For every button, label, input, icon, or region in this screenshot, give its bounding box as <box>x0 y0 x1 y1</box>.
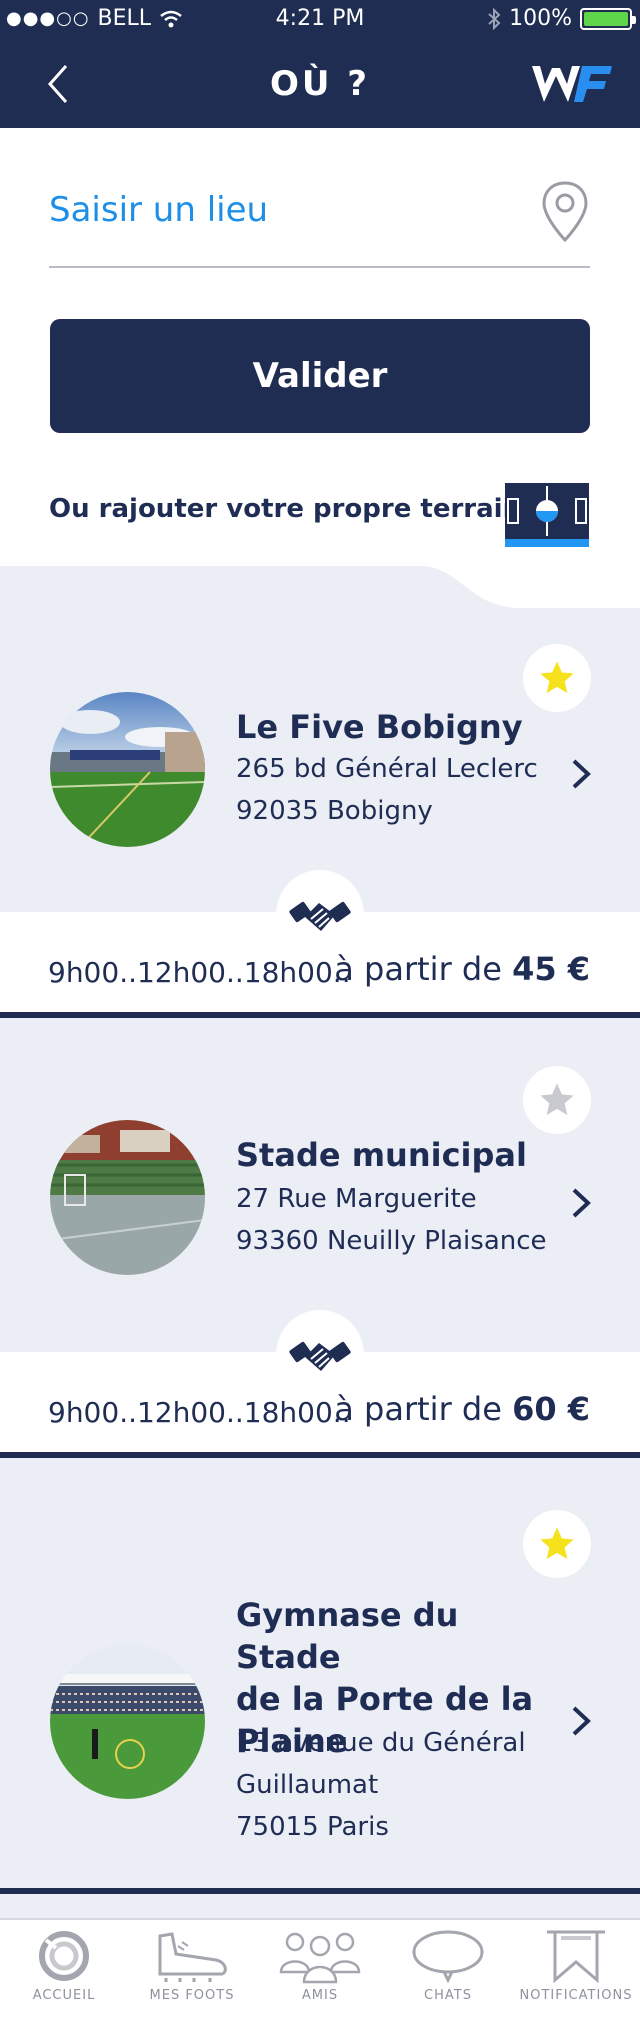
price-prefix: à partir de <box>334 1390 502 1428</box>
chevron-right-icon[interactable] <box>568 1704 594 1738</box>
venue-address-street: 27 Rue Marguerite <box>236 1184 477 1214</box>
tab-amis[interactable]: AMIS <box>256 1928 384 2018</box>
tab-accueil[interactable]: ACCUEIL <box>0 1928 128 2018</box>
venue-address-city: 92035 Bobigny <box>236 796 433 826</box>
chevron-right-icon[interactable] <box>568 1186 594 1220</box>
tab-label: ACCUEIL <box>32 1988 96 2003</box>
location-input[interactable] <box>49 188 529 232</box>
handshake-badge <box>276 870 364 958</box>
home-ring-icon <box>39 1931 89 1981</box>
tab-label: AMIS <box>301 1988 339 2003</box>
football-field-icon[interactable] <box>504 482 590 548</box>
add-field-link[interactable]: Ou rajouter votre propre terrain <box>49 494 521 524</box>
favorite-button[interactable] <box>523 1510 591 1578</box>
bluetooth-icon <box>488 7 501 30</box>
battery-percent: 100% <box>509 6 572 31</box>
venue-name-line: de la Porte de la <box>236 1680 534 1718</box>
star-icon <box>540 661 574 693</box>
status-bar: ●●●○○ BELL 4:21 PM 100% <box>0 0 640 40</box>
star-icon <box>540 1083 574 1115</box>
top-bar: ●●●○○ BELL 4:21 PM 100% OÙ ? <box>0 0 640 128</box>
venue-card[interactable]: Le Five Bobigny 265 bd Général Leclerc 9… <box>0 610 640 1018</box>
venue-name: Stade municipal <box>236 1136 527 1174</box>
battery-icon <box>580 7 636 30</box>
price-value: 60 € <box>512 1390 590 1428</box>
venue-address-city: 93360 Neuilly Plaisance <box>236 1226 547 1256</box>
chat-bubble-icon <box>412 1930 484 1984</box>
section-wave <box>0 560 640 610</box>
tab-chats[interactable]: CHATS <box>384 1928 512 2018</box>
bottom-tab-bar: ACCUEIL MES FOOTS AMIS CHATS NOTIFICATIO… <box>0 1918 640 2018</box>
input-underline <box>49 266 590 268</box>
opening-hours: 9h00..12h00..18h00.. <box>48 1396 351 1429</box>
card-divider <box>0 1888 640 1894</box>
notification-flag-icon <box>547 1930 605 1984</box>
tab-label: NOTIFICATIONS <box>519 1988 633 2003</box>
venue-photo <box>50 1644 205 1799</box>
price-prefix: à partir de <box>334 950 502 988</box>
wf-logo <box>532 66 612 102</box>
venue-photo <box>50 1120 205 1275</box>
venue-photo <box>50 692 205 847</box>
venue-address-city: 75015 Paris <box>236 1812 389 1842</box>
handshake-icon <box>289 1341 351 1371</box>
venue-card[interactable]: Stade municipal 27 Rue Marguerite 93360 … <box>0 1018 640 1458</box>
price-text: à partir de 45 € <box>334 950 590 988</box>
venue-address-street: 265 bd Général Leclerc <box>236 754 538 784</box>
football-boot-icon <box>158 1932 227 1982</box>
star-icon <box>540 1527 574 1559</box>
tab-mes-foots[interactable]: MES FOOTS <box>128 1928 256 2018</box>
favorite-button[interactable] <box>523 644 591 712</box>
chevron-right-icon[interactable] <box>568 757 594 791</box>
tab-notifications[interactable]: NOTIFICATIONS <box>512 1928 640 2018</box>
price-text: à partir de 60 € <box>334 1390 590 1428</box>
price-value: 45 € <box>512 950 590 988</box>
tab-label: MES FOOTS <box>149 1988 235 2003</box>
tab-label: CHATS <box>424 1988 472 2003</box>
validate-button[interactable]: Valider <box>50 319 590 433</box>
handshake-icon <box>289 901 351 931</box>
venue-name: Le Five Bobigny <box>236 708 523 746</box>
venue-address-street: 13 avenue du Général <box>236 1728 526 1758</box>
venue-name-line: Gymnase du Stade <box>236 1596 459 1676</box>
favorite-button[interactable] <box>523 1066 591 1134</box>
venue-card[interactable]: Gymnase du Stade de la Porte de la Plain… <box>0 1458 640 1918</box>
opening-hours: 9h00..12h00..18h00.. <box>48 956 351 989</box>
venue-address-street2: Guillaumat <box>236 1770 379 1800</box>
team-icon <box>279 1932 361 1984</box>
handshake-badge <box>276 1310 364 1398</box>
location-pin-icon[interactable] <box>540 180 590 244</box>
